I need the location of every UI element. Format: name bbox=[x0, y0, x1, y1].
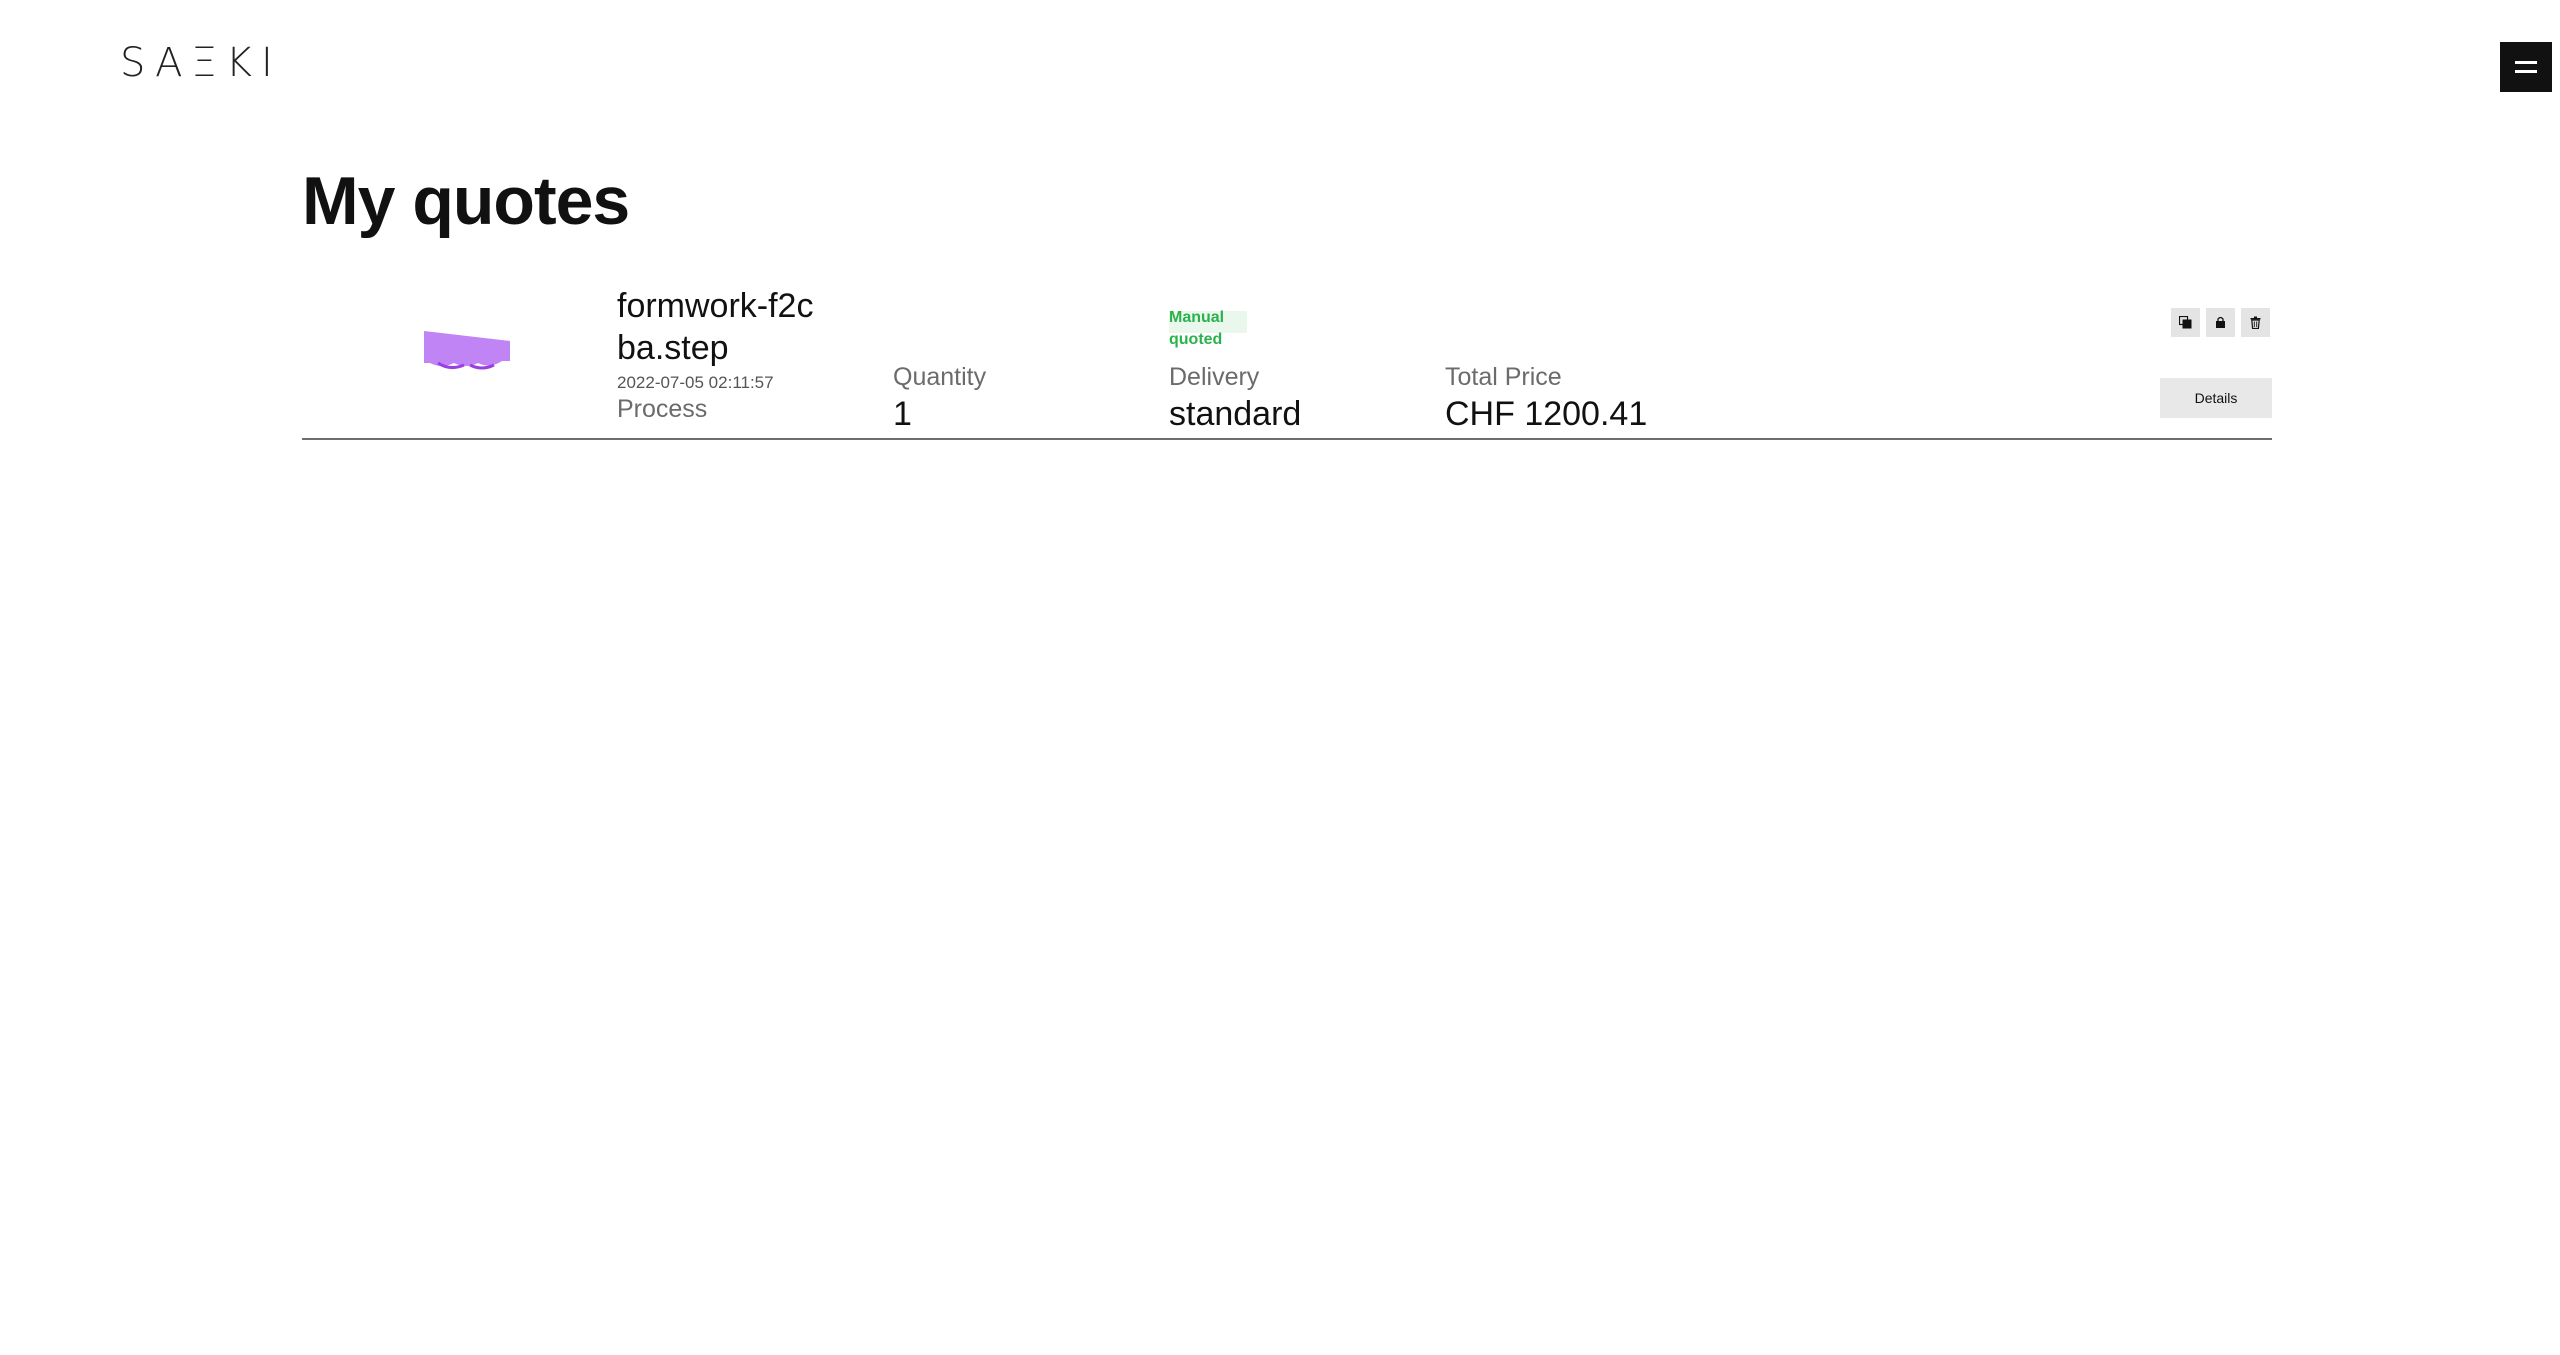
status-text: Manual quoted bbox=[1169, 309, 1225, 348]
quote-row: formwork-f2cba.step 2022-07-05 02:11:57 … bbox=[302, 285, 2272, 440]
delivery-label: Delivery bbox=[1169, 363, 1260, 391]
page-title: My quotes bbox=[302, 163, 630, 239]
quantity-label: Quantity bbox=[893, 363, 987, 391]
status-badge: Manual quoted bbox=[1169, 309, 1247, 348]
quote-file-name[interactable]: formwork-f2cba.step bbox=[617, 285, 817, 369]
total-price-value: CHF 1200.41 bbox=[1445, 395, 1648, 433]
trash-icon bbox=[2250, 316, 2261, 329]
delete-quote-button[interactable] bbox=[2241, 308, 2270, 337]
hamburger-menu-icon bbox=[2515, 61, 2537, 64]
copy-quote-button[interactable] bbox=[2171, 308, 2200, 337]
quotes-page: SAΞKI My quotes formwork-f2cba.step 2022… bbox=[0, 0, 2560, 1355]
total-price-label: Total Price bbox=[1445, 363, 1562, 391]
menu-button[interactable] bbox=[2500, 42, 2552, 92]
copy-icon bbox=[2179, 316, 2192, 329]
process-label: Process bbox=[617, 395, 708, 423]
add-to-cart-button[interactable] bbox=[2206, 308, 2235, 337]
details-button[interactable]: Details bbox=[2160, 378, 2272, 418]
hamburger-menu-icon-bar bbox=[2515, 70, 2537, 73]
quantity-value: 1 bbox=[893, 395, 912, 433]
saeki-logo[interactable]: SAΞKI bbox=[120, 40, 282, 86]
quote-date: 2022-07-05 02:11:57 bbox=[617, 373, 774, 392]
delivery-value: standard bbox=[1169, 395, 1302, 433]
part-thumbnail[interactable] bbox=[420, 325, 512, 371]
cart-icon bbox=[2216, 316, 2225, 328]
